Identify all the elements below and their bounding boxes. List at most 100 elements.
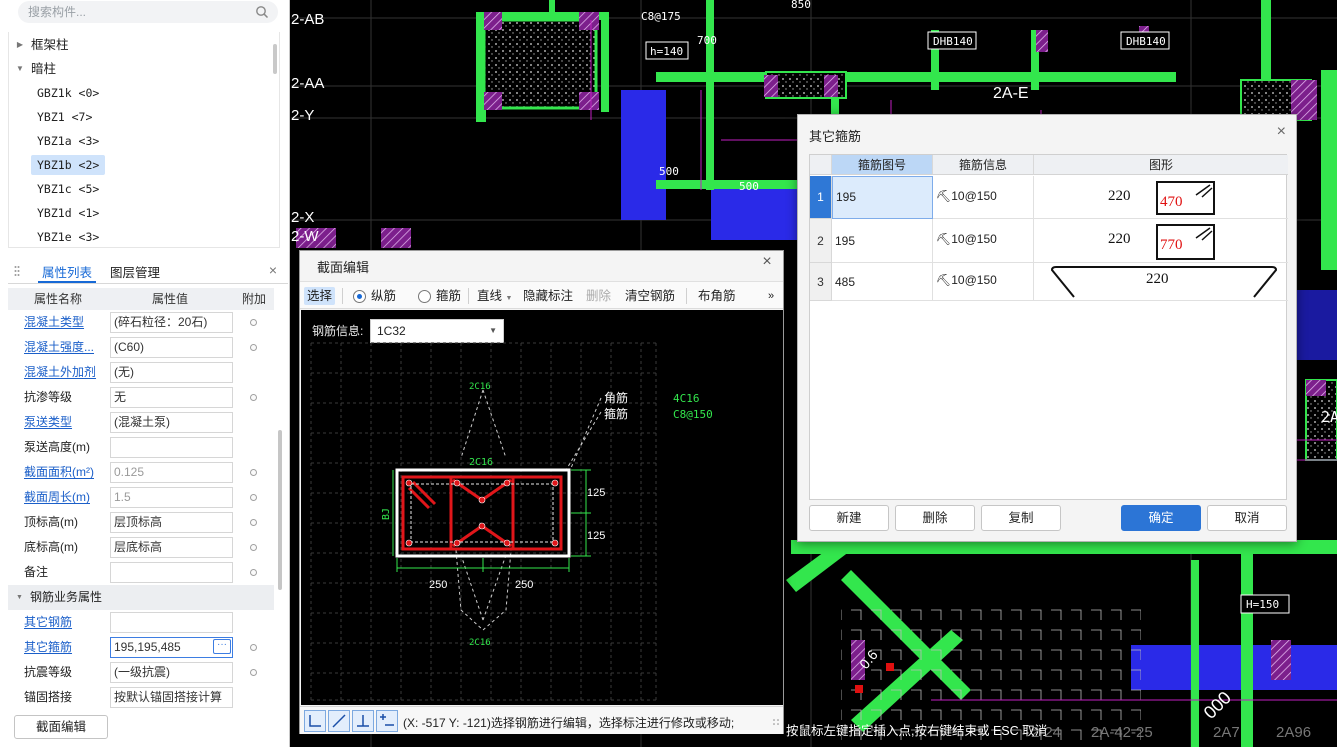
property-value-field[interactable]: 层底标高 xyxy=(110,537,233,558)
stirrup-shape-cell[interactable]: 220 770 xyxy=(1034,219,1288,263)
caret-right-icon[interactable]: ▶ xyxy=(15,34,25,56)
stirrup-info-cell[interactable]: ⛏10@150 xyxy=(933,263,1034,301)
search-input[interactable] xyxy=(28,3,248,21)
extra-checkbox[interactable] xyxy=(250,669,257,676)
tree-item[interactable]: YBZ1a <3> xyxy=(31,131,105,151)
property-scrollbar[interactable] xyxy=(278,430,282,590)
row-index[interactable]: 2 xyxy=(810,219,832,263)
extra-checkbox[interactable] xyxy=(250,394,257,401)
property-value-field[interactable]: (C60) xyxy=(110,337,233,358)
property-value-field[interactable]: (碎石粒径：20石) xyxy=(110,312,233,333)
snap-perpendicular-icon[interactable] xyxy=(352,710,374,732)
delete-button[interactable]: 删除 xyxy=(586,287,611,305)
snap-corner-icon[interactable] xyxy=(304,710,326,732)
property-group-row[interactable]: ▼ 钢筋业务属性 xyxy=(8,585,274,610)
tree-item[interactable]: YBZ1e <3> xyxy=(31,227,105,247)
stirrup-code-cell[interactable]: 485 xyxy=(832,263,933,301)
tree-item-selected[interactable]: YBZ1b <2> xyxy=(31,155,106,175)
dimension-125-top[interactable]: 125 xyxy=(587,487,605,499)
clear-rebar-button[interactable]: 清空钢筋 xyxy=(625,287,675,305)
longitudinal-radio[interactable] xyxy=(353,290,366,303)
tree-item[interactable]: YBZ1 <7> xyxy=(31,107,98,127)
extra-checkbox[interactable] xyxy=(250,319,257,326)
property-value-field[interactable]: 无 xyxy=(110,387,233,408)
caret-down-icon[interactable]: ▼ xyxy=(15,58,25,80)
property-value-field[interactable]: 按默认锚固搭接计算 xyxy=(110,687,233,708)
line-tool-dropdown[interactable]: 直线 ▼ xyxy=(477,287,512,305)
property-name[interactable]: 混凝土外加剂 xyxy=(24,360,96,385)
header-shape[interactable]: 图形 xyxy=(1034,155,1288,175)
tree-item[interactable]: YBZ1d <1> xyxy=(31,203,105,223)
property-value-field[interactable]: 0.125 xyxy=(110,462,233,483)
stirrup-radio[interactable] xyxy=(418,290,431,303)
stirrup-label[interactable]: 箍筋 xyxy=(436,287,461,305)
tab-property-list[interactable]: 属性列表 xyxy=(38,263,97,283)
column-outline[interactable] xyxy=(395,468,571,558)
section-drawing-canvas[interactable]: 钢筋信息: 1C32 ▼ 2C16 2C16 2C16 角筋 箍筋 4C16 C… xyxy=(301,310,783,705)
property-name[interactable]: 其它钢筋 xyxy=(24,610,72,635)
corner-rebar-button[interactable]: 布角筋 xyxy=(698,287,736,305)
stirrup-info-cell[interactable]: ⛏10@150 xyxy=(933,176,1034,219)
delete-button[interactable]: 删除 xyxy=(895,505,975,531)
section-drawing[interactable]: 2C16 2C16 2C16 角筋 箍筋 4C16 C8@150 125 125… xyxy=(301,310,783,705)
ellipsis-button[interactable]: ··· xyxy=(213,639,231,654)
stirrups[interactable] xyxy=(401,475,563,551)
close-icon[interactable]: × xyxy=(266,262,280,278)
tree-item[interactable]: YBZ1c <5> xyxy=(31,179,105,199)
new-button[interactable]: 新建 xyxy=(809,505,889,531)
property-value-field[interactable]: (一级抗震) xyxy=(110,662,233,683)
rebar-points[interactable] xyxy=(405,479,559,547)
tree-scrollbar[interactable] xyxy=(273,44,277,74)
tree-item[interactable]: GBZ1k <0> xyxy=(31,83,105,103)
snap-line-icon[interactable] xyxy=(328,710,350,732)
extra-checkbox[interactable] xyxy=(250,644,257,651)
property-value-field[interactable]: 层顶标高 xyxy=(110,512,233,533)
property-value-field[interactable]: (混凝土泵) xyxy=(110,412,233,433)
property-name[interactable]: 截面面积(m²) xyxy=(24,460,94,485)
extra-checkbox[interactable] xyxy=(250,544,257,551)
property-name[interactable]: 其它箍筋 xyxy=(24,635,72,660)
extra-checkbox[interactable] xyxy=(250,469,257,476)
copy-button[interactable]: 复制 xyxy=(981,505,1061,531)
extra-checkbox[interactable] xyxy=(250,519,257,526)
longitudinal-label[interactable]: 纵筋 xyxy=(371,287,396,305)
select-tool-button[interactable]: 选择 xyxy=(304,287,336,305)
caret-down-icon[interactable]: ▼ xyxy=(16,585,23,610)
row-index[interactable]: 3 xyxy=(810,263,832,301)
close-icon[interactable]: × xyxy=(759,253,775,271)
property-value-field[interactable]: 1.5 xyxy=(110,487,233,508)
property-name[interactable]: 混凝土强度... xyxy=(24,335,94,360)
property-value-field[interactable] xyxy=(110,612,233,633)
drag-grip-icon[interactable] xyxy=(14,265,20,277)
dimension-125-bottom[interactable]: 125 xyxy=(587,530,605,542)
section-edit-button[interactable]: 截面编辑 xyxy=(14,715,108,739)
more-tools-icon[interactable]: » xyxy=(768,287,774,305)
stirrup-shape-cell[interactable]: 220 470 xyxy=(1034,176,1288,219)
tab-layer-management[interactable]: 图层管理 xyxy=(106,263,164,283)
property-value-field[interactable] xyxy=(110,562,233,583)
extra-checkbox[interactable] xyxy=(250,494,257,501)
extra-checkbox[interactable] xyxy=(250,344,257,351)
header-stirrup-code[interactable]: 箍筋图号 xyxy=(832,155,933,175)
search-box[interactable] xyxy=(18,1,278,23)
search-icon[interactable] xyxy=(255,5,269,19)
row-index[interactable]: 1 xyxy=(810,176,832,219)
dimension-250-right[interactable]: 250 xyxy=(515,579,533,591)
stirrup-code-cell[interactable]: 195 xyxy=(832,176,933,219)
property-name[interactable]: 截面周长(m) xyxy=(24,485,90,510)
snap-add-icon[interactable] xyxy=(376,710,398,732)
header-stirrup-info[interactable]: 箍筋信息 xyxy=(933,155,1034,175)
property-name[interactable]: 泵送类型 xyxy=(24,410,72,435)
stirrup-code-cell[interactable]: 195 xyxy=(832,219,933,263)
dimension-250-left[interactable]: 250 xyxy=(429,579,447,591)
cancel-button[interactable]: 取消 xyxy=(1207,505,1287,531)
ok-button[interactable]: 确定 xyxy=(1121,505,1201,531)
stirrup-shape-cell[interactable]: 220 xyxy=(1034,263,1288,301)
property-name[interactable]: 混凝土类型 xyxy=(24,310,84,335)
hide-dimension-button[interactable]: 隐藏标注 xyxy=(523,287,573,305)
property-value-field[interactable] xyxy=(110,437,233,458)
property-value-field[interactable]: (无) xyxy=(110,362,233,383)
resize-grip-icon[interactable] xyxy=(772,717,780,727)
stirrup-info-cell[interactable]: ⛏10@150 xyxy=(933,219,1034,263)
close-icon[interactable]: × xyxy=(1277,123,1286,141)
